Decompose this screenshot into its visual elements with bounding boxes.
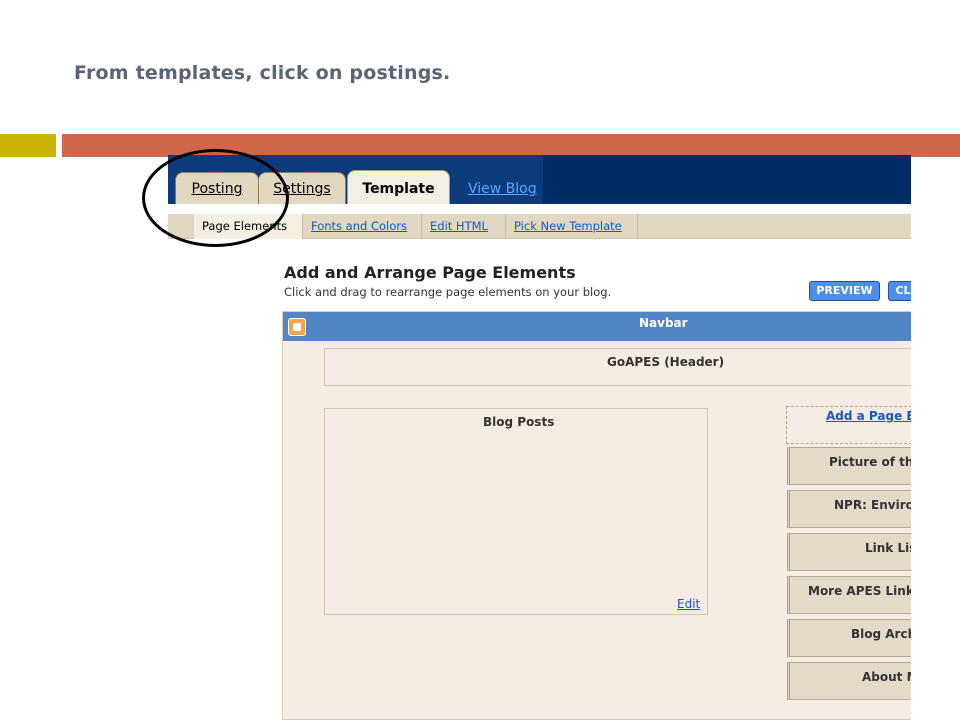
header-element[interactable]: GoAPES (Header) (324, 348, 911, 386)
slide-title: From templates, click on postings. (74, 62, 451, 84)
tab-bar: Posting Settings Template View Blog (168, 155, 911, 204)
gadget-label: Link Lis (865, 541, 911, 555)
subtab-bar: Page Elements Fonts and Colors Edit HTML… (168, 214, 911, 239)
clear-button[interactable]: CL (888, 281, 911, 301)
tab-posting[interactable]: Posting (175, 172, 259, 204)
gadget-picture[interactable]: Picture of the (787, 447, 911, 485)
edit-link[interactable]: Edit (677, 597, 700, 611)
gadget-label: NPR: Enviror (834, 498, 911, 512)
navbar-element[interactable]: Navbar (283, 312, 911, 341)
blog-posts-label: Blog Posts (483, 415, 555, 429)
page-subheading: Click and drag to rearrange page element… (284, 285, 612, 299)
tab-template[interactable]: Template (347, 170, 450, 204)
gadget-link-list[interactable]: Link Lis (787, 533, 911, 571)
accent-bar-right (62, 134, 960, 157)
subtab-fonts-and-colors[interactable]: Fonts and Colors (303, 214, 422, 239)
add-page-element-link[interactable]: Add a Page E (826, 409, 911, 423)
gadget-more-apes-links[interactable]: More APES Links (787, 576, 911, 614)
blogger-screenshot: Posting Settings Template View Blog Page… (168, 155, 911, 720)
header-label: GoAPES (Header) (607, 355, 725, 369)
view-blog-link[interactable]: View Blog (468, 181, 537, 197)
subtab-pick-new-template[interactable]: Pick New Template (506, 214, 638, 239)
gadget-npr[interactable]: NPR: Enviror (787, 490, 911, 528)
layout-editor: Navbar GoAPES (Header) Blog Posts Edit A… (282, 311, 911, 720)
navbar-label: Navbar (639, 316, 688, 330)
accent-bar-left (0, 134, 56, 157)
tab-settings[interactable]: Settings (258, 172, 346, 204)
gadget-label: About M (862, 670, 911, 684)
gadget-blog-archive[interactable]: Blog Arch (787, 619, 911, 657)
gadget-label: More APES Links (808, 584, 911, 598)
subtab-page-elements[interactable]: Page Elements (194, 214, 303, 239)
gadget-about-me[interactable]: About M (787, 662, 911, 700)
preview-button[interactable]: PREVIEW (809, 281, 880, 301)
subtab-edit-html[interactable]: Edit HTML (422, 214, 506, 239)
blogger-icon (288, 318, 306, 336)
blog-posts-element[interactable]: Blog Posts Edit (324, 408, 708, 615)
add-page-element-box[interactable]: Add a Page E (786, 406, 911, 444)
gadget-label: Picture of the (829, 455, 911, 469)
gadget-label: Blog Arch (851, 627, 911, 641)
page-heading: Add and Arrange Page Elements (284, 263, 576, 282)
